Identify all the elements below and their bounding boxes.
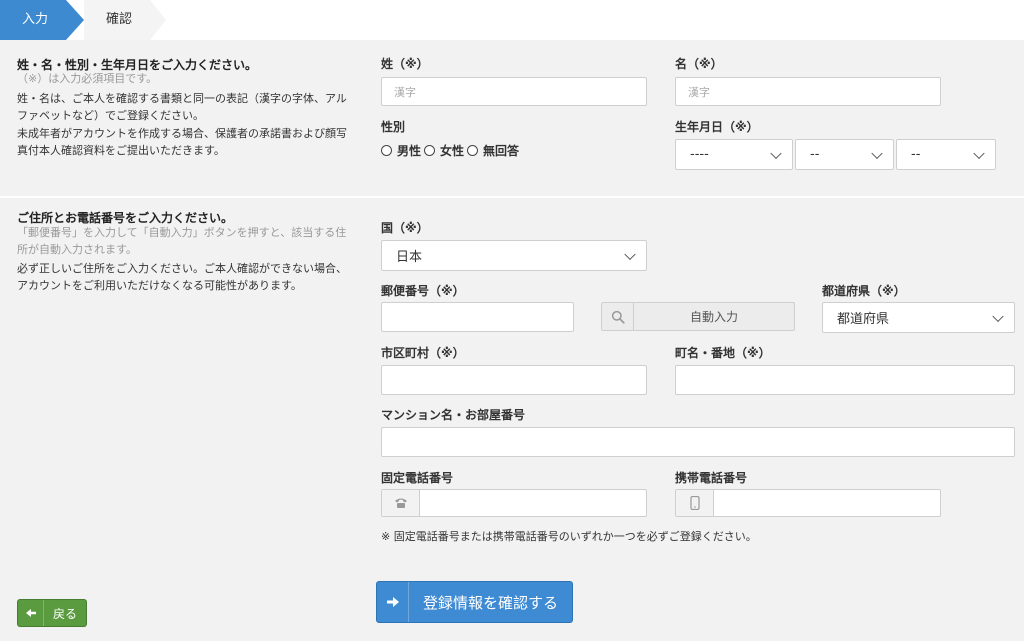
section1-text2-line1: 未成年者がアカウントを作成する場合、保護者の承諾書および顔写	[17, 127, 347, 140]
section2-text-line2: アカウントをご利用いただけなくなる可能性があります。	[17, 279, 302, 292]
chevron-down-icon	[973, 147, 985, 159]
first-name-input[interactable]	[675, 77, 941, 106]
landline-field[interactable]	[381, 489, 647, 517]
arrow-right-icon	[377, 582, 409, 622]
radio-circle[interactable]	[381, 145, 392, 156]
section2-note: 「郵便番号」を入力して「自動入力」ボタンを押すと、該当する住 所が自動入力されま…	[17, 224, 367, 258]
last-name-label: 姓（※）	[381, 57, 429, 71]
city-label: 市区町村（※）	[381, 346, 465, 360]
auto-fill-button[interactable]: 自動入力	[601, 302, 795, 331]
chevron-down-icon	[992, 310, 1004, 322]
confirm-registration-button[interactable]: 登録情報を確認する	[376, 581, 573, 623]
street-input[interactable]	[675, 365, 1015, 395]
birth-year-select[interactable]: ----	[675, 139, 793, 170]
back-button[interactable]: 戻る	[17, 599, 87, 627]
section1-text1-line1: 姓・名は、ご本人を確認する書類と同一の表記（漢字の字体、アル	[17, 92, 347, 105]
birth-year-value: ----	[690, 147, 709, 162]
birth-month-value: --	[810, 147, 820, 162]
confirm-registration-label: 登録情報を確認する	[422, 593, 558, 612]
first-name-label: 名（※）	[675, 57, 723, 71]
gender-option-label: 男性	[397, 144, 422, 158]
radio-circle[interactable]	[467, 145, 479, 156]
birth-day-value: --	[911, 147, 921, 162]
birthdate-label: 生年月日（※）	[675, 120, 759, 134]
section2-note-line1: 「郵便番号」を入力して「自動入力」ボタンを押すと、該当する住	[17, 226, 347, 239]
country-label: 国（※）	[381, 221, 429, 235]
section1-text1-line2: ファベットなど）でご登録ください。	[17, 109, 204, 122]
back-label: 戻る	[52, 606, 77, 621]
prefecture-label: 都道府県（※）	[822, 284, 906, 298]
progress-stepper: 入力 確認	[0, 0, 1024, 40]
building-label: マンション名・お部屋番号	[381, 408, 526, 422]
phone-note: ※ 固定電話番号または携帯電話番号のいずれか一つを必ずご登録ください。	[381, 530, 757, 543]
section1-text2-line2: 真付本人確認資料をご提出いただきます。	[17, 144, 225, 157]
step-input-arrow	[66, 0, 84, 40]
landline-label: 固定電話番号	[381, 471, 454, 485]
section1-required-note: （※）は入力必須項目です。	[17, 72, 158, 85]
search-icon	[602, 303, 634, 330]
country-value: 日本	[396, 250, 423, 265]
prefecture-select[interactable]: 都道府県	[822, 302, 1015, 333]
gender-label: 性別	[381, 120, 406, 134]
birth-month-select[interactable]: --	[795, 139, 894, 170]
arrow-left-icon	[18, 600, 44, 626]
mobile-icon	[676, 490, 714, 516]
chevron-down-icon	[770, 147, 782, 159]
step-confirm: 確認	[84, 0, 150, 40]
last-name-input[interactable]	[381, 77, 647, 106]
mobile-input[interactable]	[714, 490, 940, 516]
section2-text-line1: 必ず正しいご住所をご入力ください。ご本人確認ができない場合、	[17, 262, 347, 275]
step-input: 入力	[0, 0, 66, 40]
step-confirm-arrow	[150, 0, 166, 40]
auto-fill-label: 自動入力	[689, 310, 738, 324]
section1-text2: 未成年者がアカウントを作成する場合、保護者の承諾書および顔写 真付本人確認資料を…	[17, 125, 367, 159]
chevron-down-icon	[624, 248, 636, 260]
section2-text: 必ず正しいご住所をご入力ください。ご本人確認ができない場合、 アカウントをご利用…	[17, 260, 367, 294]
phone-icon	[382, 490, 420, 516]
postal-code-label: 郵便番号（※）	[381, 284, 465, 298]
chevron-down-icon	[871, 147, 883, 159]
gender-radio-male[interactable]: 男性	[381, 142, 421, 159]
gender-option-label: 女性	[440, 144, 465, 158]
gender-option-label: 無回答	[483, 144, 520, 158]
section2-note-line2: 所が自動入力されます。	[17, 243, 137, 256]
gender-radio-group: 男性 女性 無回答	[381, 142, 522, 159]
building-input[interactable]	[381, 427, 1015, 457]
postal-code-input[interactable]	[381, 302, 574, 332]
section1-text1: 姓・名は、ご本人を確認する書類と同一の表記（漢字の字体、アル ファベットなど）で…	[17, 90, 367, 124]
prefecture-value: 都道府県	[837, 312, 890, 327]
street-label: 町名・番地（※）	[675, 346, 771, 360]
section-divider	[0, 196, 1024, 198]
mobile-field[interactable]	[675, 489, 941, 517]
gender-radio-female[interactable]: 女性	[424, 142, 464, 159]
radio-circle[interactable]	[424, 145, 436, 156]
mobile-label: 携帯電話番号	[675, 471, 748, 485]
gender-radio-none[interactable]: 無回答	[467, 142, 519, 159]
country-select[interactable]: 日本	[381, 240, 647, 271]
birth-day-select[interactable]: --	[896, 139, 996, 170]
city-input[interactable]	[381, 365, 647, 395]
landline-input[interactable]	[420, 490, 646, 516]
